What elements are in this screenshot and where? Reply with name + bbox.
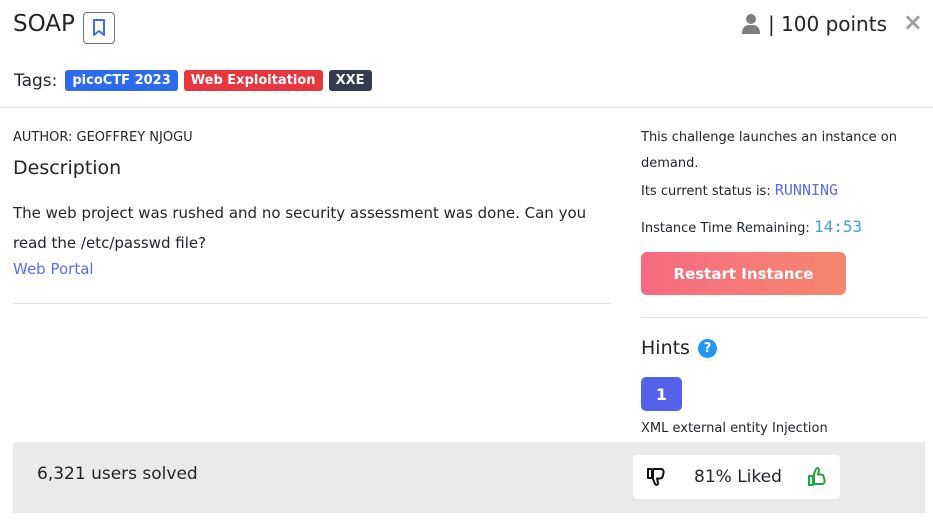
description-heading: Description [13, 157, 122, 179]
time-remaining-value: 14:53 [813, 217, 863, 236]
hints-title: Hints [641, 337, 690, 359]
points-text: | 100 points [767, 12, 887, 36]
instance-launch-text: This challenge launches an instance on d… [641, 130, 897, 171]
tag-xxe[interactable]: XXE [328, 70, 372, 91]
tag-web-exploitation[interactable]: Web Exploitation [183, 70, 323, 91]
web-portal-link[interactable]: Web Portal [13, 260, 94, 278]
author-line: AUTHOR: GEOFFREY NJOGU [13, 130, 193, 145]
user-icon [741, 14, 760, 34]
description-text: The web project was rushed and no securi… [13, 204, 587, 252]
close-icon[interactable]: × [903, 8, 923, 36]
restart-instance-button[interactable]: Restart Instance [641, 252, 846, 295]
challenge-title: SOAP [13, 11, 75, 37]
divider [641, 317, 926, 318]
thumbs-down-icon[interactable] [646, 467, 666, 491]
hints-heading: Hints ? [641, 337, 717, 359]
liked-percentage: 81% Liked [694, 467, 782, 487]
divider [0, 107, 933, 108]
question-circle-icon[interactable]: ? [697, 338, 717, 358]
divider [13, 303, 611, 304]
points-display: | 100 points [741, 12, 887, 36]
hint-1-button[interactable]: 1 [641, 377, 682, 411]
tags-label: Tags: [14, 70, 58, 91]
instance-status: Its current status is: RUNNING [641, 181, 838, 199]
status-value: RUNNING [774, 181, 839, 199]
bookmark-icon [93, 19, 105, 36]
hint-text: XML external entity Injection [641, 421, 828, 436]
tag-picoctf-2023[interactable]: picoCTF 2023 [65, 70, 178, 91]
thumbs-up-icon[interactable] [807, 467, 827, 491]
tags-row: Tags: picoCTF 2023 Web Exploitation XXE [14, 70, 378, 91]
solved-count: 6,321 users solved [37, 464, 198, 484]
status-label: Its current status is: [641, 184, 771, 199]
instance-time: Instance Time Remaining: 14:53 [641, 217, 862, 236]
bookmark-button[interactable] [83, 12, 115, 44]
time-label: Instance Time Remaining: [641, 221, 810, 236]
